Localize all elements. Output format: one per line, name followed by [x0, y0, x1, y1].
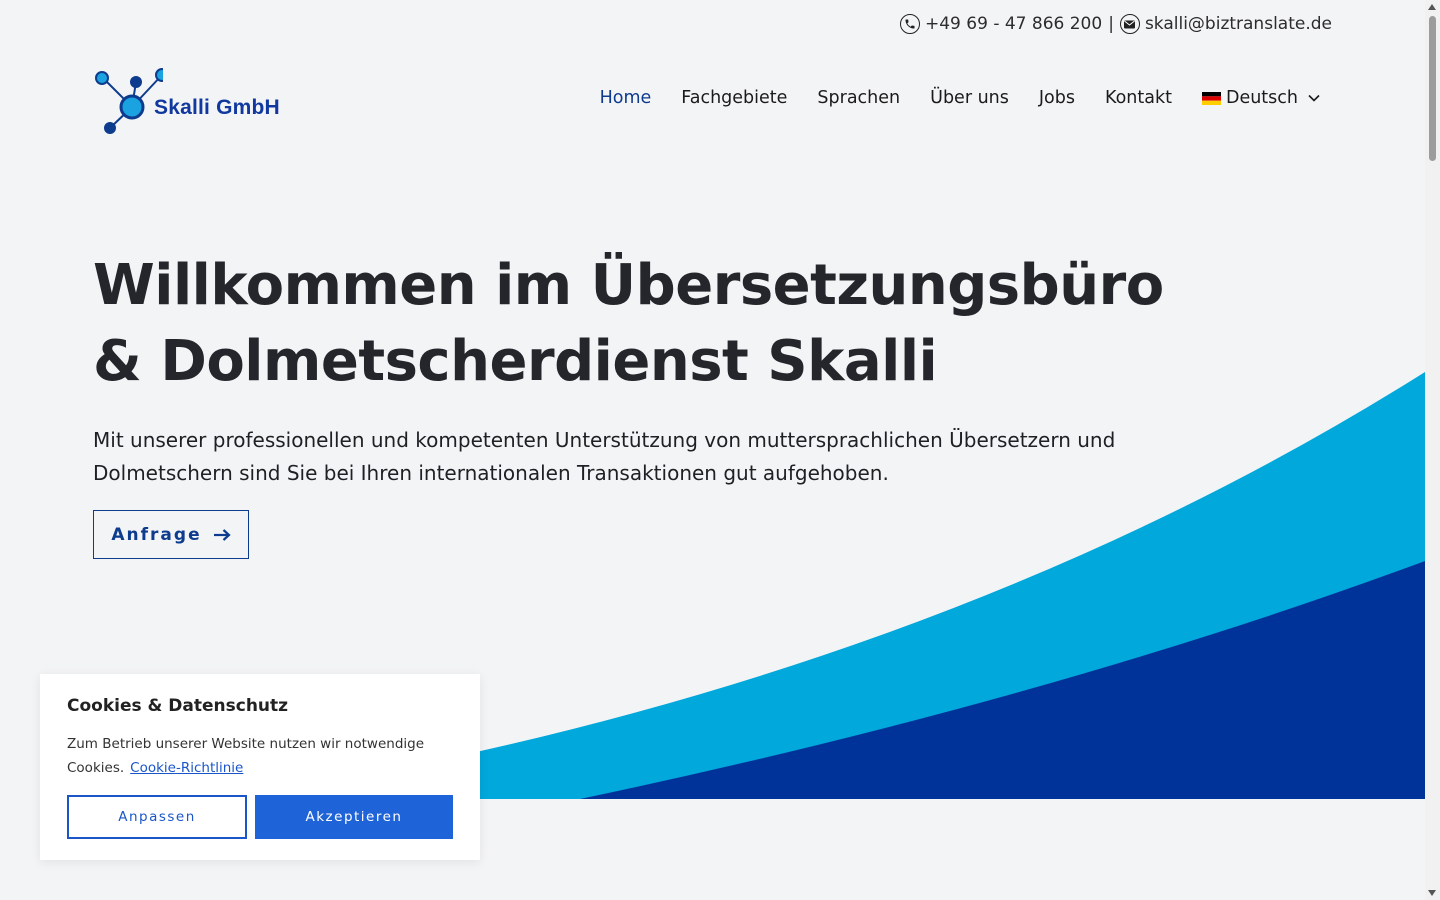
nav-item-fachgebiete[interactable]: Fachgebiete — [681, 88, 787, 108]
email-link[interactable]: skalli@biztranslate.de — [1145, 14, 1332, 34]
page: +49 69 - 47 866 200 | skalli@biztranslat… — [0, 0, 1425, 900]
nav-item-sprachen[interactable]: Sprachen — [817, 88, 900, 108]
hero-subtitle: Mit unserer professionellen und kompeten… — [93, 428, 1116, 485]
language-selector[interactable]: Deutsch — [1201, 88, 1320, 108]
anfrage-button[interactable]: Anfrage — [93, 510, 249, 559]
contact-bar: +49 69 - 47 866 200 | skalli@biztranslat… — [900, 14, 1332, 34]
phone-icon — [900, 14, 920, 34]
nav-item-home[interactable]: Home — [600, 88, 652, 108]
page-scrollbar[interactable] — [1425, 0, 1440, 900]
cookie-banner: Cookies & Datenschutz Zum Betrieb unsere… — [40, 674, 480, 860]
envelope-icon — [1119, 14, 1140, 34]
accept-button[interactable]: Akzeptieren — [255, 795, 453, 839]
scrollbar-thumb[interactable] — [1429, 16, 1436, 161]
contact-separator: | — [1108, 14, 1114, 34]
phone-number[interactable]: +49 69 - 47 866 200 — [925, 14, 1102, 34]
customize-button[interactable]: Anpassen — [67, 795, 247, 839]
chevron-down-icon — [1308, 94, 1320, 102]
hero-title: Willkommen im Übersetzungsbüro & Dolmets… — [93, 253, 1164, 394]
logo-molecule-icon — [95, 68, 169, 134]
nav-item-kontakt[interactable]: Kontakt — [1105, 88, 1172, 108]
logo-text: Skalli GmbH — [154, 96, 280, 119]
arrow-right-icon — [213, 528, 231, 541]
scroll-up-icon[interactable] — [1428, 4, 1436, 10]
cookie-text: Zum Betrieb unserer Website nutzen wir n… — [67, 732, 453, 780]
cookie-buttons: Anpassen Akzeptieren — [67, 795, 453, 839]
anfrage-button-label: Anfrage — [111, 524, 202, 545]
language-label: Deutsch — [1225, 88, 1298, 108]
main-nav: Home Fachgebiete Sprachen Über uns Jobs … — [570, 88, 1320, 108]
cookie-policy-link[interactable]: Cookie-Richtlinie — [130, 760, 243, 776]
cookie-description: Zum Betrieb unserer Website nutzen wir n… — [67, 736, 425, 776]
site-logo[interactable]: Skalli GmbH — [93, 66, 293, 138]
german-flag-icon — [1201, 91, 1221, 105]
nav-item-jobs[interactable]: Jobs — [1039, 88, 1075, 108]
cookie-title: Cookies & Datenschutz — [67, 696, 289, 716]
scroll-down-icon[interactable] — [1428, 890, 1436, 896]
nav-item-ueber-uns[interactable]: Über uns — [930, 88, 1009, 108]
